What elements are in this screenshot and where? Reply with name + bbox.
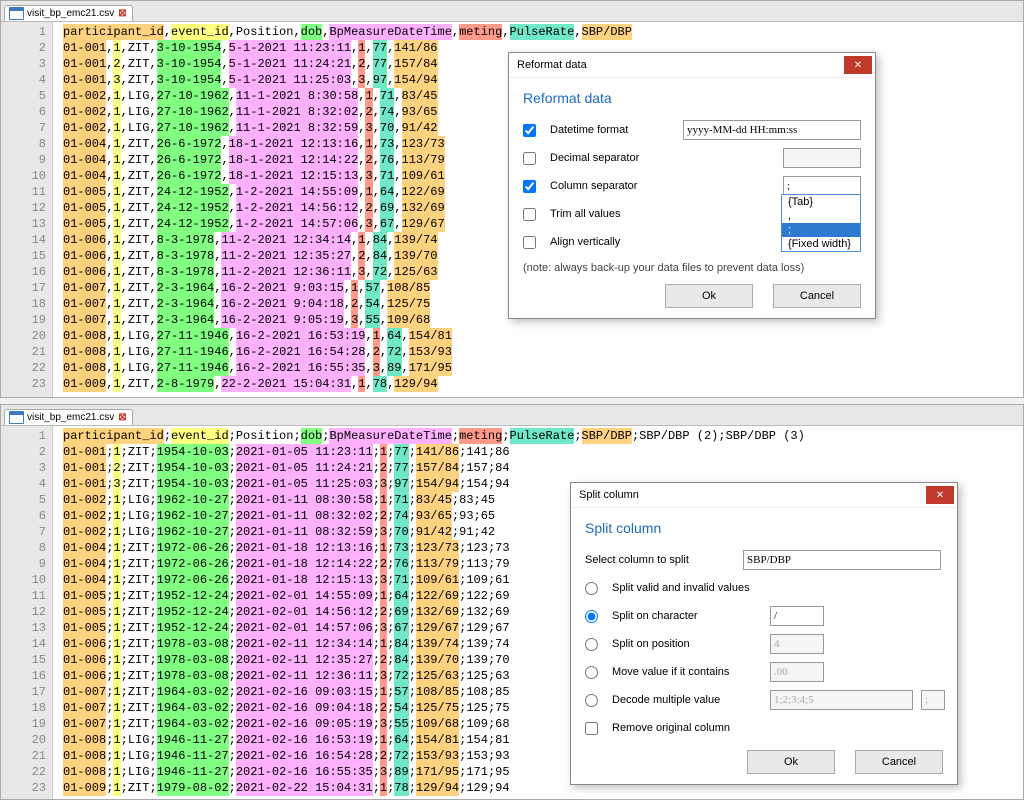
datetime-format-checkbox[interactable] (523, 124, 536, 137)
reformat-data-dialog: Reformat data ✕ Reformat data Datetime f… (508, 52, 876, 319)
column-separator-dropdown[interactable]: {Tab},;{Fixed width} (781, 194, 861, 252)
line-gutter: 1234567891011121314151617181920212223 (1, 22, 53, 397)
split-on-position-radio[interactable] (585, 638, 598, 651)
split-on-character-label: Split on character (612, 610, 762, 622)
tabbar-bottom: visit_bp_emc21.csv ⊠ (1, 405, 1023, 426)
file-tab-bottom[interactable]: visit_bp_emc21.csv ⊠ (4, 409, 133, 425)
dropdown-option[interactable]: {Fixed width} (782, 237, 860, 251)
move-value-input (770, 662, 824, 682)
split-position-input (770, 634, 824, 654)
csv-file-icon (9, 7, 24, 20)
decimal-separator-checkbox[interactable] (523, 152, 536, 165)
decimal-separator-select (783, 148, 861, 168)
move-value-radio[interactable] (585, 666, 598, 679)
ok-button[interactable]: Ok (665, 284, 753, 308)
tabbar-top: visit_bp_emc21.csv ⊠ (1, 1, 1023, 22)
remove-original-checkbox[interactable] (585, 722, 598, 735)
move-value-label: Move value if it contains (612, 666, 762, 678)
line-gutter: 1234567891011121314151617181920212223 (1, 426, 53, 799)
tab-label: visit_bp_emc21.csv (27, 8, 114, 19)
close-icon[interactable]: ✕ (926, 486, 954, 504)
file-tab-top[interactable]: visit_bp_emc21.csv ⊠ (4, 5, 133, 21)
dropdown-option[interactable]: ; (782, 223, 860, 237)
trim-values-checkbox[interactable] (523, 208, 536, 221)
align-vertically-checkbox[interactable] (523, 236, 536, 249)
close-icon[interactable]: ⊠ (117, 412, 127, 423)
decode-multiple-radio[interactable] (585, 694, 598, 707)
split-valid-invalid-radio[interactable] (585, 582, 598, 595)
split-on-position-label: Split on position (612, 638, 762, 650)
close-icon[interactable]: ⊠ (117, 8, 127, 19)
csv-file-icon (9, 411, 24, 424)
decode-values-input (770, 690, 913, 710)
column-separator-checkbox[interactable] (523, 180, 536, 193)
tab-label: visit_bp_emc21.csv (27, 412, 114, 423)
dialog-title: Split column (579, 489, 639, 501)
backup-note: (note: always back-up your data files to… (523, 262, 861, 274)
split-character-input[interactable] (770, 606, 824, 626)
dialog-heading: Reformat data (523, 90, 861, 106)
ok-button[interactable]: Ok (747, 750, 835, 774)
select-column-select[interactable] (743, 550, 941, 570)
dialog-title: Reformat data (517, 59, 587, 71)
dropdown-option[interactable]: {Tab} (782, 195, 860, 209)
dialog-heading: Split column (585, 520, 943, 536)
dialog-titlebar[interactable]: Split column ✕ (571, 483, 957, 508)
decode-separator-input (921, 690, 945, 710)
decimal-separator-label: Decimal separator (550, 152, 775, 164)
decode-multiple-label: Decode multiple value (612, 694, 762, 706)
cancel-button[interactable]: Cancel (773, 284, 861, 308)
close-icon[interactable]: ✕ (844, 56, 872, 74)
remove-original-label: Remove original column (612, 722, 943, 734)
column-separator-select[interactable] (783, 176, 861, 196)
dialog-titlebar[interactable]: Reformat data ✕ (509, 53, 875, 78)
cancel-button[interactable]: Cancel (855, 750, 943, 774)
datetime-format-label: Datetime format (550, 124, 675, 136)
select-column-label: Select column to split (585, 554, 735, 566)
split-column-dialog: Split column ✕ Split column Select colum… (570, 482, 958, 785)
split-valid-invalid-label: Split valid and invalid values (612, 582, 943, 594)
split-on-character-radio[interactable] (585, 610, 598, 623)
column-separator-label: Column separator (550, 180, 775, 192)
dropdown-option[interactable]: , (782, 209, 860, 223)
datetime-format-select[interactable] (683, 120, 861, 140)
